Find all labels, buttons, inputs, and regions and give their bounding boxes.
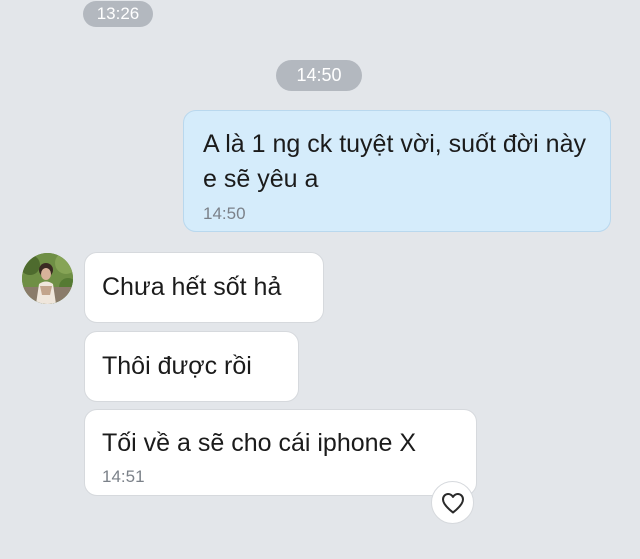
- avatar[interactable]: [22, 253, 73, 304]
- time-divider: 13:26: [83, 1, 153, 27]
- message-text: A là 1 ng ck tuyệt vời, suốt đời này e s…: [203, 130, 586, 193]
- time-divider: 14:50: [276, 60, 362, 91]
- avatar-photo: [22, 253, 73, 304]
- message-text: Chưa hết sốt hả: [102, 273, 282, 301]
- message-timestamp: 14:50: [203, 204, 246, 223]
- outgoing-message-bubble[interactable]: A là 1 ng ck tuyệt vời, suốt đời này e s…: [183, 110, 611, 232]
- incoming-message-bubble[interactable]: Tối về a sẽ cho cái iphone X 14:51: [84, 409, 477, 496]
- heart-icon: [441, 492, 464, 513]
- message-text: Thôi được rồi: [102, 352, 252, 380]
- incoming-message-bubble[interactable]: Thôi được rồi: [84, 331, 299, 402]
- incoming-message-bubble[interactable]: Chưa hết sốt hả: [84, 252, 324, 323]
- react-heart-button[interactable]: [431, 481, 474, 524]
- message-text: Tối về a sẽ cho cái iphone X: [102, 429, 417, 457]
- message-timestamp: 14:51: [102, 467, 145, 486]
